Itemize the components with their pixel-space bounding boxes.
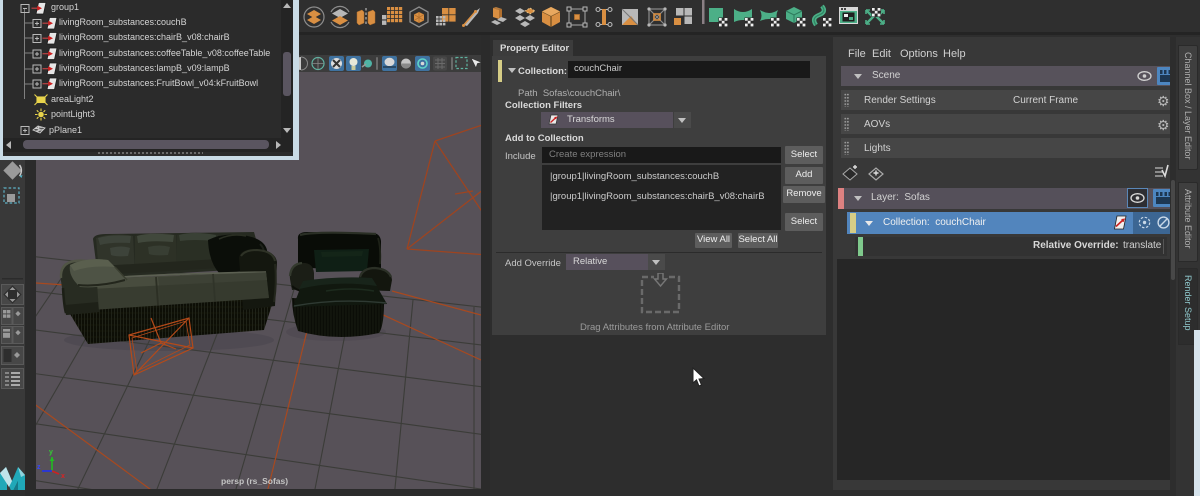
svg-text:x: x (61, 473, 65, 480)
svg-text:z: z (37, 464, 41, 471)
svg-text:y: y (49, 449, 53, 456)
